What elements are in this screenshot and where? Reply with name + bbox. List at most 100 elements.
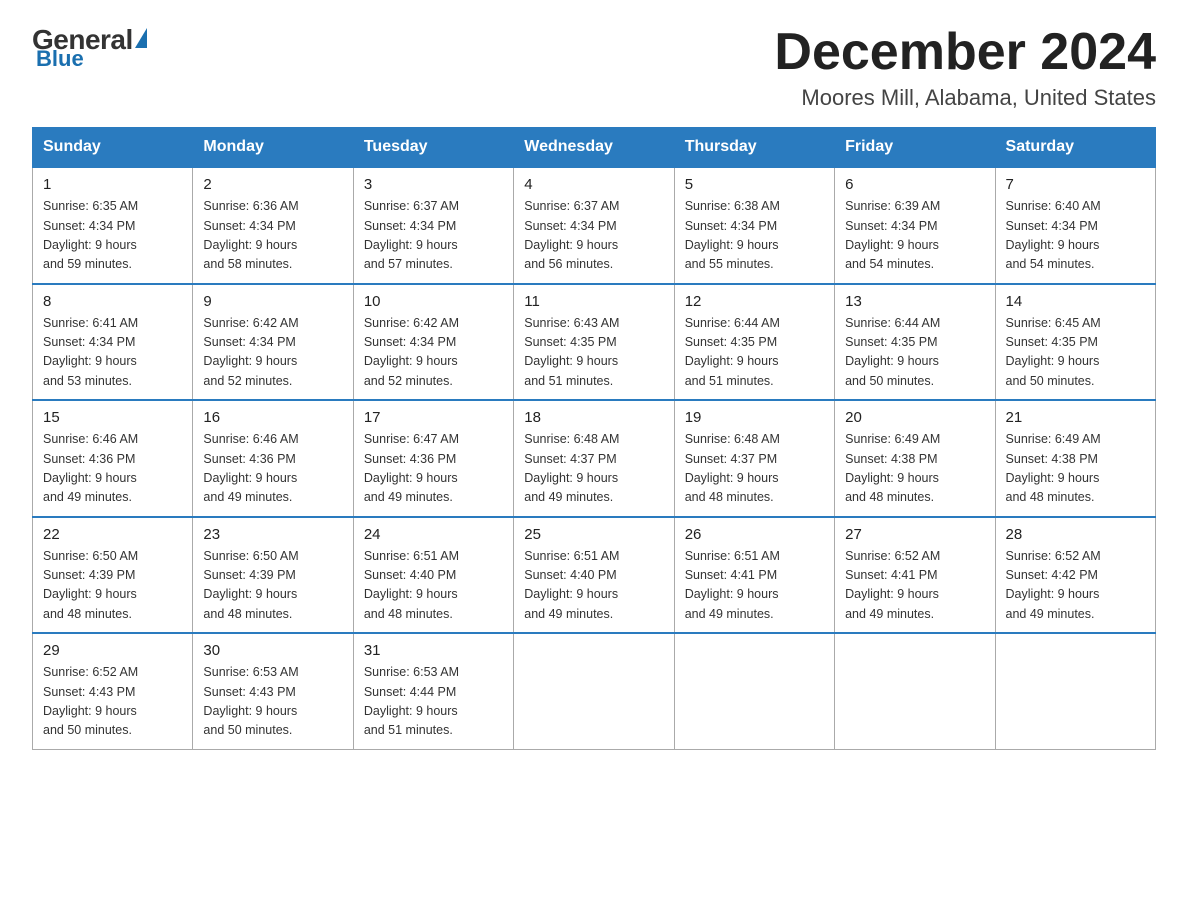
calendar-week-row: 22 Sunrise: 6:50 AMSunset: 4:39 PMDaylig… [33,517,1156,634]
logo-blue-text: Blue [36,46,84,72]
day-info: Sunrise: 6:36 AMSunset: 4:34 PMDaylight:… [203,199,298,271]
logo-triangle-icon [135,28,147,48]
day-info: Sunrise: 6:50 AMSunset: 4:39 PMDaylight:… [203,549,298,621]
calendar-cell: 25 Sunrise: 6:51 AMSunset: 4:40 PMDaylig… [514,517,674,634]
calendar-cell [514,633,674,749]
day-number: 12 [685,293,824,310]
day-info: Sunrise: 6:46 AMSunset: 4:36 PMDaylight:… [43,432,138,504]
calendar-cell: 26 Sunrise: 6:51 AMSunset: 4:41 PMDaylig… [674,517,834,634]
calendar-cell: 30 Sunrise: 6:53 AMSunset: 4:43 PMDaylig… [193,633,353,749]
calendar-title-area: December 2024 Moores Mill, Alabama, Unit… [774,24,1156,111]
day-info: Sunrise: 6:45 AMSunset: 4:35 PMDaylight:… [1006,316,1101,388]
day-number: 23 [203,526,342,543]
day-info: Sunrise: 6:52 AMSunset: 4:42 PMDaylight:… [1006,549,1101,621]
day-number: 7 [1006,176,1145,193]
day-info: Sunrise: 6:44 AMSunset: 4:35 PMDaylight:… [845,316,940,388]
day-number: 17 [364,409,503,426]
day-info: Sunrise: 6:48 AMSunset: 4:37 PMDaylight:… [685,432,780,504]
calendar-week-row: 1 Sunrise: 6:35 AMSunset: 4:34 PMDayligh… [33,167,1156,284]
day-number: 21 [1006,409,1145,426]
calendar-cell: 29 Sunrise: 6:52 AMSunset: 4:43 PMDaylig… [33,633,193,749]
calendar-table: SundayMondayTuesdayWednesdayThursdayFrid… [32,127,1156,750]
day-info: Sunrise: 6:41 AMSunset: 4:34 PMDaylight:… [43,316,138,388]
day-number: 3 [364,176,503,193]
calendar-cell: 11 Sunrise: 6:43 AMSunset: 4:35 PMDaylig… [514,284,674,401]
calendar-cell: 8 Sunrise: 6:41 AMSunset: 4:34 PMDayligh… [33,284,193,401]
weekday-header-monday: Monday [193,128,353,168]
calendar-cell: 13 Sunrise: 6:44 AMSunset: 4:35 PMDaylig… [835,284,995,401]
day-number: 22 [43,526,182,543]
weekday-header-thursday: Thursday [674,128,834,168]
calendar-week-row: 15 Sunrise: 6:46 AMSunset: 4:36 PMDaylig… [33,400,1156,517]
day-info: Sunrise: 6:52 AMSunset: 4:41 PMDaylight:… [845,549,940,621]
day-info: Sunrise: 6:39 AMSunset: 4:34 PMDaylight:… [845,199,940,271]
day-info: Sunrise: 6:49 AMSunset: 4:38 PMDaylight:… [1006,432,1101,504]
day-info: Sunrise: 6:37 AMSunset: 4:34 PMDaylight:… [364,199,459,271]
weekday-header-sunday: Sunday [33,128,193,168]
calendar-cell: 31 Sunrise: 6:53 AMSunset: 4:44 PMDaylig… [353,633,513,749]
day-info: Sunrise: 6:53 AMSunset: 4:44 PMDaylight:… [364,665,459,737]
month-title: December 2024 [774,24,1156,81]
calendar-cell: 4 Sunrise: 6:37 AMSunset: 4:34 PMDayligh… [514,167,674,284]
day-info: Sunrise: 6:51 AMSunset: 4:41 PMDaylight:… [685,549,780,621]
calendar-cell [835,633,995,749]
location-title: Moores Mill, Alabama, United States [774,85,1156,111]
calendar-cell: 12 Sunrise: 6:44 AMSunset: 4:35 PMDaylig… [674,284,834,401]
day-number: 20 [845,409,984,426]
day-number: 8 [43,293,182,310]
calendar-cell: 24 Sunrise: 6:51 AMSunset: 4:40 PMDaylig… [353,517,513,634]
day-number: 9 [203,293,342,310]
calendar-cell: 27 Sunrise: 6:52 AMSunset: 4:41 PMDaylig… [835,517,995,634]
day-info: Sunrise: 6:52 AMSunset: 4:43 PMDaylight:… [43,665,138,737]
calendar-cell: 15 Sunrise: 6:46 AMSunset: 4:36 PMDaylig… [33,400,193,517]
calendar-cell: 28 Sunrise: 6:52 AMSunset: 4:42 PMDaylig… [995,517,1155,634]
day-number: 14 [1006,293,1145,310]
page-header: General Blue December 2024 Moores Mill, … [32,24,1156,111]
calendar-cell [995,633,1155,749]
day-info: Sunrise: 6:50 AMSunset: 4:39 PMDaylight:… [43,549,138,621]
day-info: Sunrise: 6:38 AMSunset: 4:34 PMDaylight:… [685,199,780,271]
calendar-week-row: 29 Sunrise: 6:52 AMSunset: 4:43 PMDaylig… [33,633,1156,749]
day-info: Sunrise: 6:43 AMSunset: 4:35 PMDaylight:… [524,316,619,388]
day-info: Sunrise: 6:40 AMSunset: 4:34 PMDaylight:… [1006,199,1101,271]
day-info: Sunrise: 6:51 AMSunset: 4:40 PMDaylight:… [524,549,619,621]
weekday-header-friday: Friday [835,128,995,168]
day-number: 19 [685,409,824,426]
day-number: 2 [203,176,342,193]
day-info: Sunrise: 6:48 AMSunset: 4:37 PMDaylight:… [524,432,619,504]
day-number: 18 [524,409,663,426]
weekday-header-tuesday: Tuesday [353,128,513,168]
calendar-week-row: 8 Sunrise: 6:41 AMSunset: 4:34 PMDayligh… [33,284,1156,401]
day-number: 10 [364,293,503,310]
day-number: 16 [203,409,342,426]
calendar-cell: 10 Sunrise: 6:42 AMSunset: 4:34 PMDaylig… [353,284,513,401]
day-info: Sunrise: 6:42 AMSunset: 4:34 PMDaylight:… [203,316,298,388]
day-number: 27 [845,526,984,543]
calendar-cell: 3 Sunrise: 6:37 AMSunset: 4:34 PMDayligh… [353,167,513,284]
calendar-cell: 23 Sunrise: 6:50 AMSunset: 4:39 PMDaylig… [193,517,353,634]
day-number: 5 [685,176,824,193]
calendar-cell: 18 Sunrise: 6:48 AMSunset: 4:37 PMDaylig… [514,400,674,517]
calendar-cell: 6 Sunrise: 6:39 AMSunset: 4:34 PMDayligh… [835,167,995,284]
weekday-header-row: SundayMondayTuesdayWednesdayThursdayFrid… [33,128,1156,168]
day-number: 24 [364,526,503,543]
day-number: 6 [845,176,984,193]
day-number: 28 [1006,526,1145,543]
calendar-cell: 9 Sunrise: 6:42 AMSunset: 4:34 PMDayligh… [193,284,353,401]
day-info: Sunrise: 6:42 AMSunset: 4:34 PMDaylight:… [364,316,459,388]
calendar-cell: 7 Sunrise: 6:40 AMSunset: 4:34 PMDayligh… [995,167,1155,284]
logo: General Blue [32,24,147,72]
calendar-cell: 22 Sunrise: 6:50 AMSunset: 4:39 PMDaylig… [33,517,193,634]
calendar-cell: 2 Sunrise: 6:36 AMSunset: 4:34 PMDayligh… [193,167,353,284]
day-number: 15 [43,409,182,426]
day-info: Sunrise: 6:53 AMSunset: 4:43 PMDaylight:… [203,665,298,737]
calendar-cell: 20 Sunrise: 6:49 AMSunset: 4:38 PMDaylig… [835,400,995,517]
day-number: 11 [524,293,663,310]
calendar-cell: 17 Sunrise: 6:47 AMSunset: 4:36 PMDaylig… [353,400,513,517]
calendar-cell: 21 Sunrise: 6:49 AMSunset: 4:38 PMDaylig… [995,400,1155,517]
day-number: 29 [43,642,182,659]
weekday-header-wednesday: Wednesday [514,128,674,168]
day-info: Sunrise: 6:49 AMSunset: 4:38 PMDaylight:… [845,432,940,504]
calendar-cell: 14 Sunrise: 6:45 AMSunset: 4:35 PMDaylig… [995,284,1155,401]
day-info: Sunrise: 6:51 AMSunset: 4:40 PMDaylight:… [364,549,459,621]
